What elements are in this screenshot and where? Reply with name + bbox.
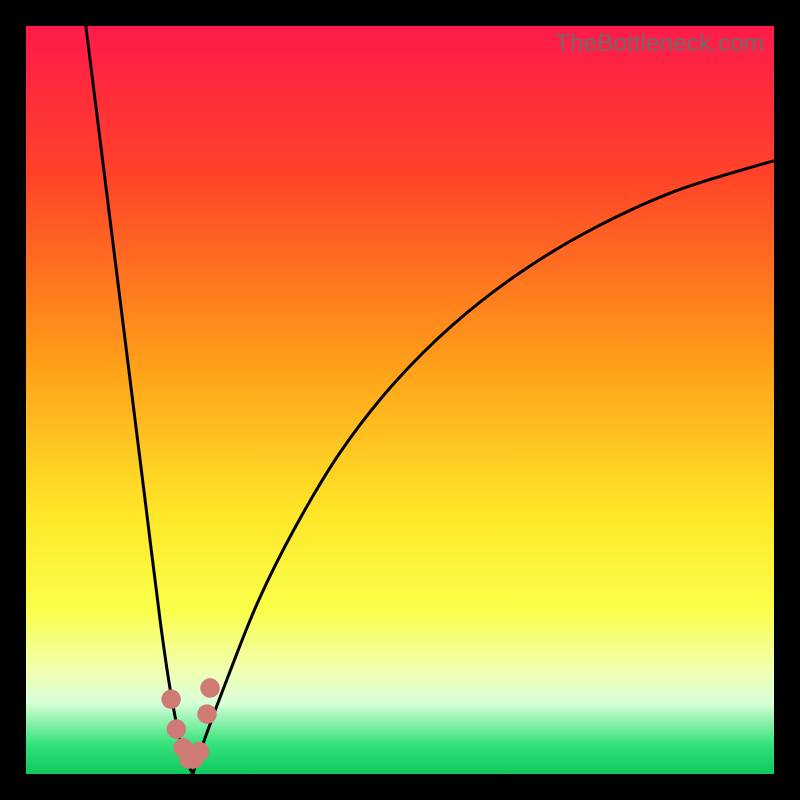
watermark-text: TheBottleneck.com [555,30,764,58]
data-point [200,678,219,697]
data-point [161,689,180,708]
data-point [190,742,209,761]
data-point [167,719,186,738]
curve-left-branch [86,26,193,774]
chart-frame: TheBottleneck.com [0,0,800,800]
data-point [197,704,216,723]
chart-lines [26,26,774,774]
plot-area: TheBottleneck.com [26,26,774,774]
curve-right-branch [193,161,774,774]
